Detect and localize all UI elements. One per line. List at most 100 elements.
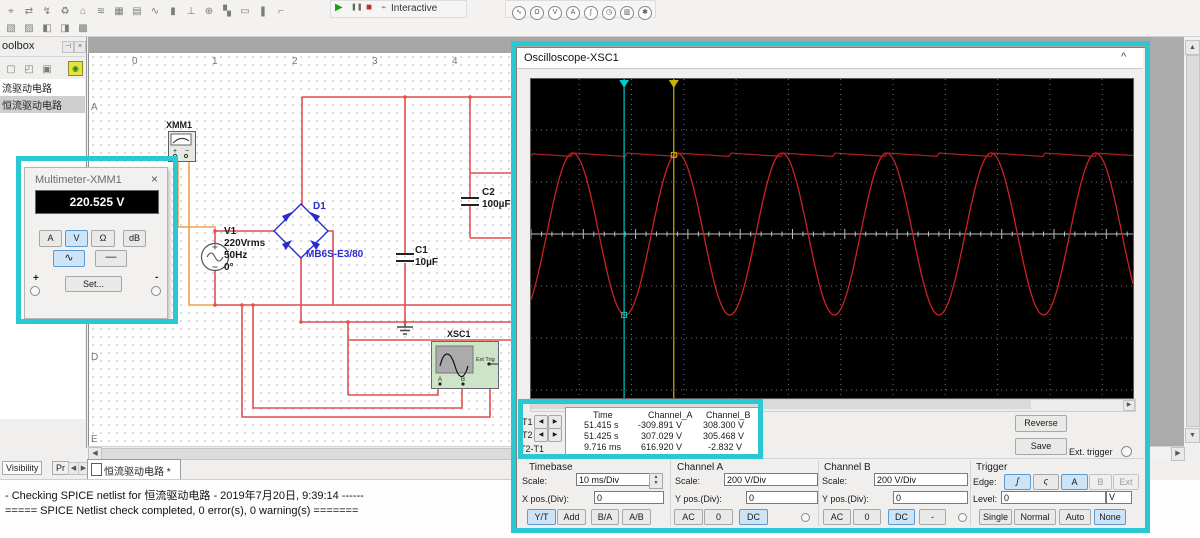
toolbar-icon-12[interactable]: ▚	[219, 5, 235, 19]
toolbar-graph-icon-3[interactable]: ◨	[57, 22, 73, 36]
toolbar-graph-icon-4[interactable]: ▩	[75, 22, 91, 36]
toolbar-graph-icon-2[interactable]: ◧	[39, 22, 55, 36]
run-button[interactable]: ▶	[335, 2, 343, 13]
toolbar-icon-6[interactable]: ▦	[111, 5, 127, 19]
toolbar-icon-8[interactable]: ∿	[147, 5, 163, 19]
toolbar-icon-10[interactable]: ⊥	[183, 5, 199, 19]
pause-button[interactable]: ❚❚	[351, 3, 363, 11]
instrument-icon-0[interactable]: ∿	[512, 6, 526, 20]
timebase-ba-button[interactable]: B/A	[591, 509, 619, 525]
channel-a-ac-button[interactable]: AC	[674, 509, 703, 525]
oscilloscope-titlebar[interactable]: Oscilloscope-XSC1 ^	[517, 48, 1143, 69]
toolbar-graph-icon-1[interactable]: ▨	[21, 22, 37, 36]
interactive-dropdown[interactable]: Interactive	[391, 3, 437, 14]
stop-button[interactable]: ■	[366, 2, 372, 13]
toolbar-icon-5[interactable]: ≋	[93, 5, 109, 19]
canvas-vscrollbar[interactable]: ▲ ▼	[1184, 37, 1200, 446]
tree-item-circuit-parent[interactable]: 流驱动电路	[0, 79, 85, 96]
oscilloscope-xsc1-icon[interactable]: Ext Trig A B	[431, 341, 499, 389]
mode-button-voltage[interactable]: V	[65, 230, 88, 247]
save-button[interactable]: Save	[1015, 438, 1067, 455]
toolbar-graph-icon-0[interactable]: ▧	[3, 22, 19, 36]
document-tab[interactable]: 恒流驱动电路 *	[87, 459, 181, 479]
toolbox-close-button[interactable]: ×	[74, 41, 86, 53]
channel-b-ac-button[interactable]: AC	[823, 509, 851, 525]
timebase-ab-button[interactable]: A/B	[622, 509, 651, 525]
oscilloscope-window[interactable]: Oscilloscope-XSC1 ^ ▶ T1 ◀ ▶ T2 ◀ ▶ T2-T…	[516, 47, 1146, 532]
channel-b-ypos-input[interactable]	[893, 491, 968, 504]
multimeter-window[interactable]: Multimeter-XMM1 × 220.525 V A V Ω dB ∿ —…	[24, 167, 168, 319]
mode-button-decibel[interactable]: dB	[123, 230, 146, 247]
trigger-rising-edge-button[interactable]: ʃ	[1004, 474, 1031, 490]
channel-a-dc-button[interactable]: DC	[739, 509, 768, 525]
t1-right-button[interactable]: ▶	[548, 415, 562, 429]
multimeter-xmm1-icon[interactable]: + −	[168, 131, 196, 162]
trigger-source-a-button[interactable]: A	[1061, 474, 1088, 490]
toolbar-icon-3[interactable]: ♻	[57, 5, 73, 19]
channel-b-input-terminal[interactable]	[958, 513, 967, 522]
toolbox-pin-button[interactable]: ⊣	[62, 41, 74, 53]
toolbar-icon-0[interactable]: ⌖	[3, 5, 19, 19]
channel-b-dc-button[interactable]: DC	[888, 509, 915, 525]
instrument-icon-2[interactable]: V	[548, 6, 562, 20]
trigger-none-button[interactable]: None	[1094, 509, 1126, 525]
tab-project[interactable]: Pr	[52, 461, 69, 475]
vscroll-down-arrow[interactable]: ▼	[1185, 428, 1200, 443]
scope-scroll-right-icon[interactable]: ▶	[1123, 400, 1135, 411]
mode-button-resistance[interactable]: Ω	[91, 230, 115, 247]
trigger-source-b-button[interactable]: B	[1089, 474, 1112, 490]
vscroll-thumb[interactable]	[1186, 55, 1200, 427]
trigger-auto-button[interactable]: Auto	[1059, 509, 1091, 525]
channel-a-input-terminal[interactable]	[801, 513, 810, 522]
trigger-single-button[interactable]: Single	[979, 509, 1012, 525]
toolbar-icon-13[interactable]: ▭	[237, 5, 253, 19]
toolbar-icon-2[interactable]: ↯	[39, 5, 55, 19]
channel-a-zero-button[interactable]: 0	[704, 509, 733, 525]
trigger-normal-button[interactable]: Normal	[1014, 509, 1056, 525]
tab-visibility[interactable]: Visibility	[2, 461, 43, 475]
mode-button-current[interactable]: A	[39, 230, 62, 247]
scope-screen[interactable]	[530, 78, 1134, 399]
channel-b-zero-button[interactable]: 0	[853, 509, 881, 525]
instrument-icon-4[interactable]: ∫	[584, 6, 598, 20]
coupling-ac-button[interactable]: ∿	[53, 250, 85, 267]
channel-b-minus-button[interactable]: -	[919, 509, 946, 525]
tree-item-circuit-selected[interactable]: 恒流驱动电路	[0, 96, 85, 113]
toolbar-icon-4[interactable]: ⌂	[75, 5, 91, 19]
toolbox-leaf-icon[interactable]: ◉	[68, 61, 83, 76]
channel-b-scale-input[interactable]	[874, 473, 968, 486]
toolbar-icon-15[interactable]: ⌐	[273, 5, 289, 19]
instrument-icon-1[interactable]: Ω	[530, 6, 544, 20]
minus-terminal[interactable]	[151, 286, 161, 296]
coupling-dc-button[interactable]: —	[95, 250, 127, 267]
vscroll-up-arrow[interactable]: ▲	[1185, 40, 1200, 55]
collapse-icon[interactable]: ^	[1121, 51, 1126, 63]
trigger-level-input[interactable]	[1001, 491, 1106, 504]
toolbar-icon-14[interactable]: ❚	[255, 5, 271, 19]
multimeter-close-icon[interactable]: ×	[151, 172, 158, 186]
toolbar-icon-11[interactable]: ⊕	[201, 5, 217, 19]
set-button[interactable]: Set...	[65, 276, 122, 292]
ext-trigger-terminal[interactable]	[1121, 446, 1132, 457]
timebase-xpos-input[interactable]	[594, 491, 664, 504]
trigger-falling-edge-button[interactable]: ς	[1033, 474, 1059, 490]
timebase-scale-spinner[interactable]: ▲ ▼	[649, 473, 663, 489]
timebase-yt-button[interactable]: Y/T	[527, 509, 556, 525]
reverse-button[interactable]: Reverse	[1015, 415, 1067, 432]
toolbar-icon-1[interactable]: ⇄	[21, 5, 37, 19]
channel-a-scale-input[interactable]	[724, 473, 818, 486]
channel-a-ypos-input[interactable]	[746, 491, 818, 504]
instrument-icon-5[interactable]: ◷	[602, 6, 616, 20]
trigger-source-ext-button[interactable]: Ext	[1113, 474, 1139, 490]
toolbox-header-icon-0[interactable]: ▢	[3, 63, 19, 77]
toolbar-icon-7[interactable]: ▤	[129, 5, 145, 19]
t2-left-button[interactable]: ◀	[534, 428, 548, 442]
toolbox-header-icon-1[interactable]: ◰	[21, 63, 37, 77]
t2-right-button[interactable]: ▶	[548, 428, 562, 442]
instrument-icon-6[interactable]: ▥	[620, 6, 634, 20]
instrument-icon-7[interactable]: ✱	[638, 6, 652, 20]
t1-left-button[interactable]: ◀	[534, 415, 548, 429]
hscroll-right-arrow[interactable]: ▶	[1171, 447, 1185, 461]
timebase-scale-input[interactable]	[576, 473, 651, 486]
instrument-icon-3[interactable]: A	[566, 6, 580, 20]
